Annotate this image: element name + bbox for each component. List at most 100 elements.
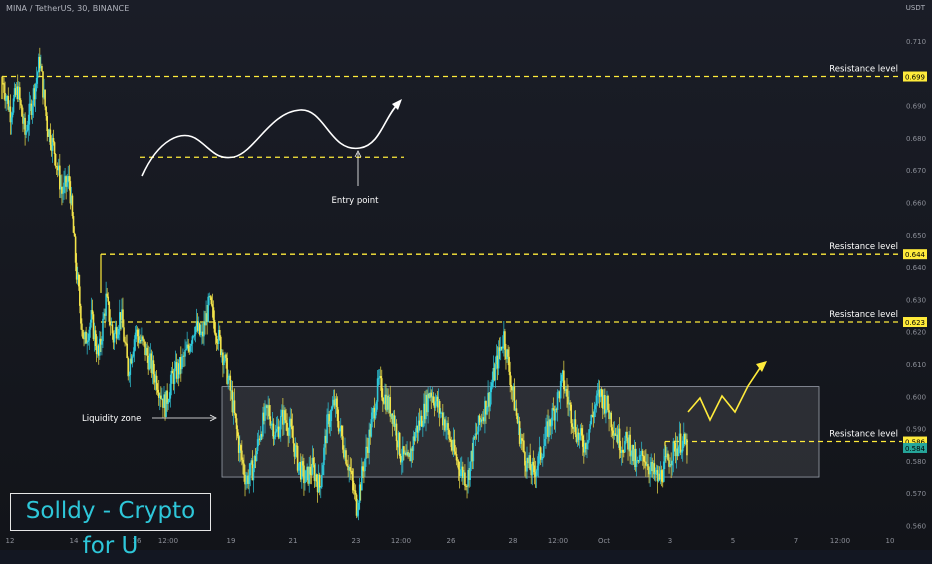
candle-body [291, 426, 294, 438]
candle-body [292, 437, 295, 444]
candle-body [86, 341, 88, 344]
candle-body [381, 378, 383, 398]
candle-body [551, 408, 554, 426]
candle-body [686, 439, 688, 456]
liquidity-zone-label: Liquidity zone [82, 414, 141, 424]
candle-body [274, 431, 277, 438]
candle-body [618, 428, 621, 451]
candle-body [330, 409, 333, 422]
x-tick-label: 10 [886, 537, 895, 545]
candle-body [680, 451, 683, 453]
candle-body [459, 470, 462, 477]
y-tick-label: 0.680 [906, 135, 926, 143]
candle-body [111, 324, 114, 334]
candle-body [490, 387, 493, 393]
candle-body [152, 360, 155, 375]
candle-body [552, 408, 555, 410]
candle-body [529, 455, 531, 470]
candle-body [362, 466, 364, 471]
candle-body [566, 389, 568, 397]
x-tick-label: Oct [598, 537, 610, 545]
candle-body [679, 433, 682, 453]
candle-body [227, 377, 229, 384]
candle-body [351, 470, 354, 481]
candle-body [643, 456, 645, 462]
candle-body [117, 329, 120, 335]
candle-body [395, 423, 398, 442]
candle-body [187, 344, 189, 349]
y-tick-label: 0.560 [906, 523, 926, 531]
resistance-label: Resistance level [829, 430, 898, 440]
candle-body [248, 475, 251, 484]
candle-body [52, 138, 55, 143]
candle-body [297, 463, 300, 471]
candle-body [124, 341, 126, 343]
x-tick-label: 23 [352, 537, 361, 545]
candle-body [545, 426, 547, 439]
candle-body [476, 431, 479, 435]
candle-body [113, 332, 116, 343]
candle-body [523, 440, 525, 453]
candle-body [624, 441, 626, 453]
candle-body [10, 117, 13, 123]
candle-body [638, 455, 641, 462]
candle-body [122, 309, 124, 328]
candle-body [376, 378, 379, 402]
brand-watermark: Solldy - Crypto for U [10, 493, 211, 559]
candle-body [12, 98, 15, 113]
candle-body [524, 452, 526, 466]
resistance-label: Resistance level [829, 310, 898, 320]
candle-body [541, 456, 544, 459]
candle-body [586, 443, 588, 450]
candle-body [536, 465, 539, 471]
candle-body [660, 470, 663, 482]
candle-body [593, 409, 596, 418]
candle-body [5, 97, 7, 101]
candle-body [160, 395, 162, 399]
candle-body [354, 490, 357, 495]
candle-body [131, 356, 134, 364]
candle-body [543, 445, 545, 457]
candle-body [447, 423, 449, 430]
candle-body [491, 382, 494, 388]
candle-body [11, 112, 14, 118]
candle-body [318, 474, 321, 488]
candle-body [371, 412, 374, 420]
candle-body [580, 428, 583, 436]
candle-body [654, 472, 657, 475]
candle-body [91, 310, 94, 315]
candle-body [20, 100, 22, 106]
candle-body [673, 441, 676, 443]
x-tick-label: 7 [794, 537, 798, 545]
candle-body [356, 510, 359, 516]
candle-body [288, 427, 291, 436]
candle-body [342, 436, 344, 450]
candle-body [189, 345, 192, 352]
candle-body [455, 454, 458, 461]
candle-body [445, 427, 447, 431]
y-tick-label: 0.640 [906, 264, 926, 272]
candle-body [366, 446, 368, 448]
entry-point-label: Entry point [332, 196, 380, 206]
candle-body [326, 414, 328, 444]
candle-body [570, 404, 573, 424]
candle-body [36, 72, 39, 78]
resistance-label: Resistance level [829, 242, 898, 252]
candle-body [167, 402, 169, 404]
candle-body [255, 451, 258, 462]
candle-body [556, 392, 559, 410]
candle-body [194, 326, 197, 335]
candle-body [212, 307, 215, 320]
price-chart[interactable]: 0.7100.7000.6900.6800.6700.6600.6500.640… [0, 0, 932, 550]
candle-body [520, 438, 523, 441]
candle-body [207, 296, 209, 322]
candle-body [235, 418, 238, 430]
candle-body [321, 475, 323, 487]
candle-body [148, 356, 151, 370]
candle-body [89, 322, 92, 330]
candle-body [66, 182, 68, 187]
candle-body [209, 296, 212, 298]
candle-body [213, 319, 216, 333]
candle-body [156, 389, 159, 393]
candle-body [185, 349, 187, 351]
